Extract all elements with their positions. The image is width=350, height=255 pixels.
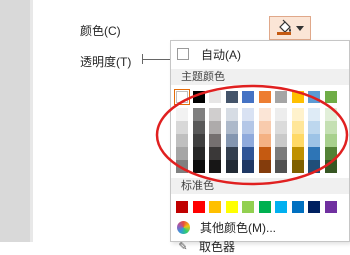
theme-shade-swatch[interactable] bbox=[324, 108, 337, 121]
current-color-bar bbox=[277, 32, 291, 35]
standard-color-swatch[interactable] bbox=[324, 201, 337, 213]
more-colors-option[interactable]: 其他颜色(M)... bbox=[177, 218, 276, 236]
theme-shade-swatch[interactable] bbox=[242, 121, 254, 134]
auto-color-label: 自动(A) bbox=[201, 47, 241, 62]
standard-color-swatch[interactable] bbox=[291, 201, 304, 213]
theme-shade-swatch[interactable] bbox=[209, 160, 221, 173]
theme-shade-swatch[interactable] bbox=[258, 108, 271, 121]
dropdown-arrow-icon[interactable] bbox=[296, 26, 304, 31]
theme-color-swatch[interactable] bbox=[209, 91, 221, 103]
theme-shade-swatch[interactable] bbox=[275, 134, 287, 147]
eyedropper-option[interactable]: ✎ 取色器 bbox=[177, 237, 235, 255]
color-dropdown: 自动(A) 主题颜色 标准色 其他颜色(M)... ✎ 取色器 bbox=[170, 40, 350, 254]
standard-color-swatch[interactable] bbox=[225, 201, 238, 213]
theme-shade-swatch[interactable] bbox=[324, 134, 337, 147]
theme-shade-swatch[interactable] bbox=[176, 147, 188, 160]
theme-color-swatch[interactable] bbox=[192, 91, 205, 103]
theme-shade-swatch[interactable] bbox=[192, 108, 205, 121]
theme-color-swatch[interactable] bbox=[291, 91, 304, 103]
theme-shade-swatch[interactable] bbox=[275, 147, 287, 160]
color-wheel-icon bbox=[177, 220, 190, 234]
theme-shade-swatch[interactable] bbox=[291, 147, 304, 160]
theme-shade-swatch[interactable] bbox=[324, 121, 337, 134]
theme-shade-swatch[interactable] bbox=[176, 160, 188, 173]
theme-color-swatch[interactable] bbox=[275, 91, 287, 103]
standard-color-swatch[interactable] bbox=[176, 201, 188, 213]
theme-shade-swatch[interactable] bbox=[225, 108, 238, 121]
theme-shade-swatch[interactable] bbox=[275, 108, 287, 121]
theme-shade-swatch[interactable] bbox=[176, 134, 188, 147]
theme-color-swatch[interactable] bbox=[242, 91, 254, 103]
standard-color-swatch[interactable] bbox=[258, 201, 271, 213]
theme-shade-swatch[interactable] bbox=[258, 160, 271, 173]
theme-color-swatch[interactable] bbox=[225, 91, 238, 103]
theme-shade-swatch[interactable] bbox=[308, 160, 320, 173]
theme-shade-swatch[interactable] bbox=[308, 121, 320, 134]
theme-shade-swatch[interactable] bbox=[209, 134, 221, 147]
theme-shade-swatch[interactable] bbox=[176, 108, 188, 121]
standard-color-swatch[interactable] bbox=[209, 201, 221, 213]
theme-shade-swatch[interactable] bbox=[192, 134, 205, 147]
theme-shade-swatch[interactable] bbox=[258, 121, 271, 134]
theme-shade-swatch[interactable] bbox=[225, 134, 238, 147]
theme-shade-swatch[interactable] bbox=[258, 134, 271, 147]
theme-shade-swatch[interactable] bbox=[209, 121, 221, 134]
theme-color-swatch[interactable] bbox=[308, 91, 320, 103]
theme-shade-swatch[interactable] bbox=[275, 160, 287, 173]
transparency-label: 透明度(T) bbox=[80, 55, 132, 69]
theme-shade-swatch[interactable] bbox=[192, 147, 205, 160]
theme-shade-swatch[interactable] bbox=[242, 134, 254, 147]
theme-shade-swatch[interactable] bbox=[324, 147, 337, 160]
theme-shade-swatch[interactable] bbox=[291, 108, 304, 121]
theme-colors-header: 主题颜色 bbox=[171, 69, 349, 85]
theme-shade-swatch[interactable] bbox=[291, 121, 304, 134]
theme-shade-swatch[interactable] bbox=[225, 121, 238, 134]
theme-shade-swatch[interactable] bbox=[308, 134, 320, 147]
standard-color-swatch[interactable] bbox=[275, 201, 287, 213]
theme-shade-swatch[interactable] bbox=[291, 160, 304, 173]
theme-color-swatch[interactable] bbox=[174, 89, 190, 105]
theme-shade-swatch[interactable] bbox=[242, 160, 254, 173]
theme-shade-swatch[interactable] bbox=[225, 160, 238, 173]
theme-shade-swatch[interactable] bbox=[176, 121, 188, 134]
theme-color-swatch[interactable] bbox=[258, 91, 271, 103]
theme-shade-swatch[interactable] bbox=[225, 147, 238, 160]
auto-color-swatch bbox=[177, 48, 189, 60]
more-colors-label: 其他颜色(M)... bbox=[200, 220, 276, 235]
theme-shade-swatch[interactable] bbox=[258, 147, 271, 160]
theme-shade-swatch[interactable] bbox=[291, 134, 304, 147]
panel-divider bbox=[30, 0, 33, 242]
color-label: 颜色(C) bbox=[80, 24, 121, 38]
transparency-slider[interactable] bbox=[142, 59, 172, 60]
standard-color-swatch[interactable] bbox=[192, 201, 205, 213]
theme-color-swatch[interactable] bbox=[324, 91, 337, 103]
auto-color-option[interactable]: 自动(A) bbox=[177, 46, 241, 62]
theme-shade-swatch[interactable] bbox=[192, 160, 205, 173]
theme-shade-swatch[interactable] bbox=[242, 147, 254, 160]
theme-shade-swatch[interactable] bbox=[242, 108, 254, 121]
theme-shade-swatch[interactable] bbox=[324, 160, 337, 173]
standard-colors-header: 标准色 bbox=[171, 178, 349, 194]
theme-shade-swatch[interactable] bbox=[209, 147, 221, 160]
standard-color-swatch[interactable] bbox=[242, 201, 254, 213]
standard-color-swatch[interactable] bbox=[308, 201, 320, 213]
theme-shade-swatch[interactable] bbox=[308, 108, 320, 121]
side-panel-strip bbox=[0, 0, 33, 242]
theme-shade-swatch[interactable] bbox=[308, 147, 320, 160]
eyedropper-label: 取色器 bbox=[199, 239, 236, 254]
theme-shade-swatch[interactable] bbox=[275, 121, 287, 134]
theme-shade-swatch[interactable] bbox=[192, 121, 205, 134]
color-picker-button[interactable] bbox=[269, 16, 311, 40]
theme-shade-swatch[interactable] bbox=[209, 108, 221, 121]
